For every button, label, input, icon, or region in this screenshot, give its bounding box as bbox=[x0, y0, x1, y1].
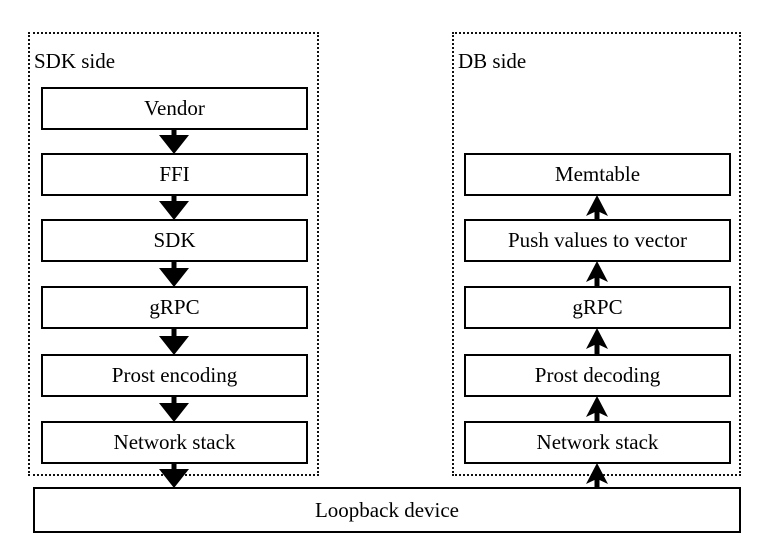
node-grpc-decode[interactable]: gRPC bbox=[464, 286, 731, 329]
node-prost-decoding[interactable]: Prost decoding bbox=[464, 354, 731, 397]
node-vendor[interactable]: Vendor bbox=[41, 87, 308, 130]
node-loopback-device[interactable]: Loopback device bbox=[33, 487, 741, 533]
arrow-ffi-to-sdk bbox=[159, 195, 189, 220]
node-push-values[interactable]: Push values to vector bbox=[464, 219, 731, 262]
node-ffi[interactable]: FFI bbox=[41, 153, 308, 196]
node-prost-encoding[interactable]: Prost encoding bbox=[41, 354, 308, 397]
arrow-prost-encoding-to-network bbox=[159, 396, 189, 422]
arrow-push-values-to-memtable bbox=[586, 195, 608, 220]
arrow-grpc-to-push-values bbox=[586, 261, 608, 287]
arrow-network-to-prost-decoding bbox=[586, 396, 608, 422]
arrow-loopback-to-network bbox=[586, 463, 608, 488]
node-memtable[interactable]: Memtable bbox=[464, 153, 731, 196]
node-sdk[interactable]: SDK bbox=[41, 219, 308, 262]
arrow-grpc-to-prost-encoding bbox=[159, 328, 189, 355]
architecture-diagram: SDK side DB side Vendor FFI SDK gRPC Pro… bbox=[0, 0, 776, 556]
arrow-vendor-to-ffi bbox=[159, 129, 189, 154]
node-grpc-encode[interactable]: gRPC bbox=[41, 286, 308, 329]
arrow-network-to-loopback bbox=[159, 463, 189, 488]
node-network-stack-tx[interactable]: Network stack bbox=[41, 421, 308, 464]
node-network-stack-rx[interactable]: Network stack bbox=[464, 421, 731, 464]
arrow-prost-decoding-to-grpc bbox=[586, 328, 608, 355]
arrow-sdk-to-grpc bbox=[159, 261, 189, 287]
panel-sdk-side-label: SDK side bbox=[34, 49, 116, 73]
panel-db-side-label: DB side bbox=[458, 49, 527, 73]
